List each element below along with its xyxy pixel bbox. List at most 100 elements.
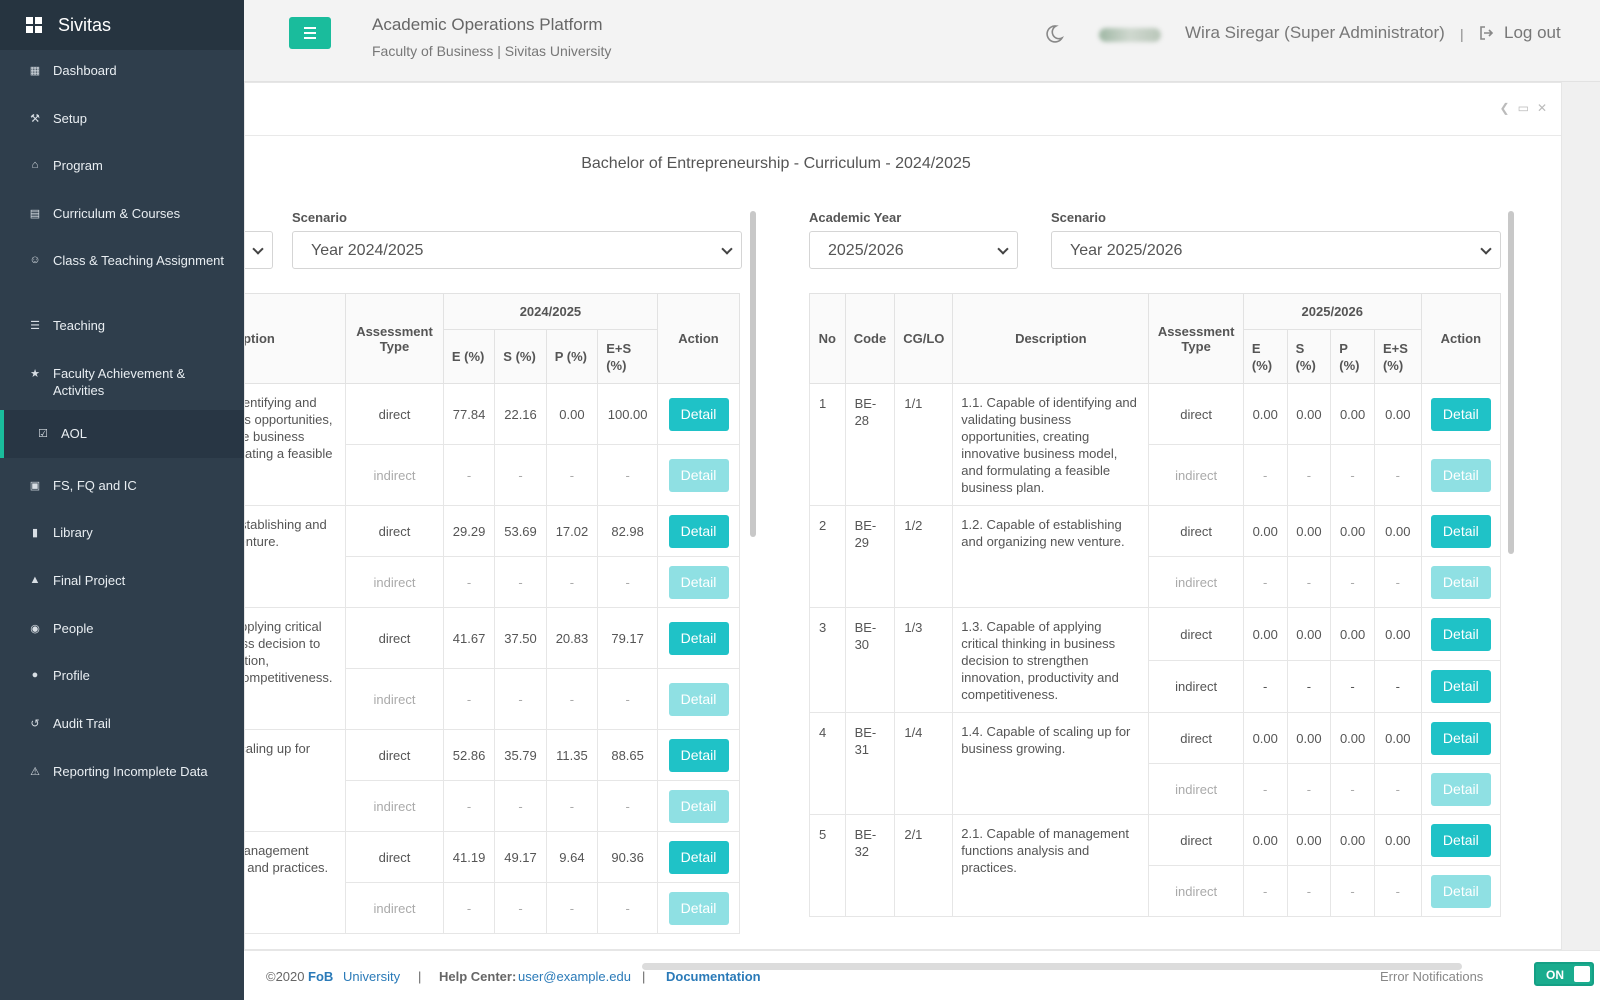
cell-value: 0.00 — [1286, 505, 1332, 557]
cell-code: BE-31 — [844, 712, 896, 815]
logout-link[interactable]: Log out — [1480, 23, 1561, 43]
col-header-e: E (%) — [442, 329, 496, 384]
detail-button[interactable]: Detail — [668, 514, 729, 548]
col-header-year: 2024/2025 — [442, 293, 659, 330]
footer-fob-link[interactable]: FoB — [308, 969, 333, 984]
cell-value: 79.17 — [597, 607, 659, 669]
cell-action: Detail — [657, 383, 740, 445]
sidebar-item-library[interactable]: ▮ Library — [0, 524, 244, 541]
sidebar-item-label: Curriculum & Courses — [53, 206, 181, 221]
left-scrollbar[interactable] — [750, 211, 756, 537]
cell-value: 0.00 — [1373, 814, 1422, 866]
error-notifications-toggle[interactable]: ON — [1534, 962, 1594, 986]
sidebar-item-audit-trail[interactable]: ↺ Audit Trail — [0, 715, 244, 732]
sidebar-item-aol[interactable]: ☑ AOL — [0, 410, 244, 458]
sidebar-item-program[interactable]: ⌂ Program — [0, 157, 244, 174]
cell-value: 77.84 — [442, 383, 496, 445]
cell-assessment-type: indirect — [345, 780, 444, 832]
cell-value: - — [597, 780, 659, 832]
cell-value: 0.00 — [1286, 607, 1332, 661]
detail-button[interactable]: Detail — [668, 397, 729, 431]
brand-name: Sivitas — [58, 14, 112, 35]
sidebar-item-curriculum-courses[interactable]: ▤ Curriculum & Courses — [0, 205, 244, 222]
detail-button[interactable]: Detail — [1430, 772, 1491, 806]
detail-button[interactable]: Detail — [1430, 617, 1491, 651]
footer-scroll-track[interactable] — [642, 963, 1462, 970]
cell-value: 49.17 — [494, 831, 547, 883]
cell-description: 2.1. Capable of management functions ana… — [245, 831, 347, 934]
col-header-no: No — [809, 293, 846, 384]
right-scenario-select[interactable]: Year 2025/2026 — [1051, 231, 1501, 269]
cell-assessment-type: indirect — [345, 882, 444, 934]
detail-button[interactable]: Detail — [1430, 565, 1491, 599]
col-header-es: E+S (%) — [1373, 329, 1422, 384]
right-scrollbar[interactable] — [1508, 211, 1514, 554]
brand[interactable]: Sivitas — [0, 0, 244, 50]
menu-toggle-button[interactable] — [289, 17, 331, 49]
sidebar-item-dashboard[interactable]: ▦ Dashboard — [0, 62, 244, 79]
cell-cglo: 2/1 — [894, 814, 954, 917]
close-icon[interactable]: ✕ — [1537, 101, 1547, 115]
detail-button[interactable]: Detail — [668, 891, 729, 925]
detail-button[interactable]: Detail — [1430, 670, 1491, 703]
left-scenario-label: Scenario — [292, 210, 347, 225]
col-header-es: E+S (%) — [597, 329, 659, 384]
left-year-select[interactable] — [245, 231, 273, 269]
detail-button[interactable]: Detail — [668, 621, 729, 655]
detail-button[interactable]: Detail — [668, 565, 729, 599]
sidebar-item-reporting-incomplete-data[interactable]: ⚠ Reporting Incomplete Data — [0, 763, 244, 780]
left-scenario-select[interactable]: Year 2024/2025 — [292, 231, 742, 269]
detail-button[interactable]: Detail — [1430, 397, 1491, 431]
col-header-p: P (%) — [1330, 329, 1375, 384]
sidebar-item-class-teaching-assignment[interactable]: ☺ Class & Teaching Assignment — [0, 252, 244, 269]
cell-value: - — [494, 882, 547, 934]
sidebar-item-final-project[interactable]: ▲ Final Project — [0, 572, 244, 589]
footer-university-link[interactable]: University — [343, 969, 400, 984]
cell-description: 1.2. Capable of establishing and organiz… — [245, 505, 347, 608]
detail-button[interactable]: Detail — [668, 682, 729, 716]
cell-assessment-type: direct — [345, 505, 444, 557]
moon-icon[interactable] — [1044, 24, 1064, 44]
sidebar-item-label: Profile — [53, 668, 90, 683]
sidebar-item-faculty-achievement-activities[interactable]: ★ Faculty Achievement & Activities — [0, 365, 244, 399]
cell-assessment-type: indirect — [1148, 763, 1244, 815]
col-header-p: P (%) — [545, 329, 599, 384]
avatar[interactable] — [1099, 28, 1161, 42]
detail-button[interactable]: Detail — [668, 789, 729, 823]
documentation-link[interactable]: Documentation — [666, 969, 761, 984]
sidebar-item-setup[interactable]: ⚒ Setup — [0, 110, 244, 127]
maximize-icon[interactable]: ▭ — [1518, 101, 1529, 115]
collapse-icon[interactable]: ❮ — [1500, 101, 1510, 115]
cell-assessment-type: direct — [1148, 712, 1244, 764]
cell-value: 17.02 — [545, 505, 599, 557]
detail-button[interactable]: Detail — [1430, 721, 1491, 755]
col-header-assessment-type: Assessment Type — [1148, 293, 1244, 384]
detail-button[interactable]: Detail — [1430, 514, 1491, 548]
detail-button[interactable]: Detail — [668, 738, 729, 772]
help-email-link[interactable]: user@example.edu — [518, 969, 631, 984]
sidebar-item-profile[interactable]: ● Profile — [0, 667, 244, 684]
detail-button[interactable]: Detail — [1430, 823, 1491, 857]
detail-button[interactable]: Detail — [668, 458, 729, 492]
cell-value: - — [597, 556, 659, 608]
cell-action: Detail — [1420, 505, 1501, 557]
logout-label: Log out — [1504, 23, 1561, 42]
detail-button[interactable]: Detail — [1430, 874, 1491, 908]
cell-value: 52.86 — [442, 729, 496, 781]
sidebar-item-people[interactable]: ◉ People — [0, 620, 244, 637]
table-row: 2.1. Capable of management functions ana… — [245, 831, 740, 934]
cell-value: - — [1330, 763, 1375, 815]
detail-button[interactable]: Detail — [668, 840, 729, 874]
user-name[interactable]: Wira Siregar (Super Administrator) — [1185, 23, 1445, 43]
cell-assessment-type: direct — [1148, 505, 1244, 557]
sidebar-item-fs-fq-and-ic[interactable]: ▣ FS, FQ and IC — [0, 477, 244, 494]
cell-value: - — [1286, 763, 1332, 815]
detail-button[interactable]: Detail — [1430, 458, 1491, 492]
right-table-wrap: No Code CG/LO Description Assessment Type 202… — [809, 293, 1501, 949]
sidebar-item-teaching[interactable]: ☰ Teaching — [0, 317, 244, 334]
cell-action: Detail — [657, 831, 740, 883]
cell-value: - — [545, 556, 599, 608]
table-row: 1.1. Capable of identifying and validati… — [245, 383, 740, 506]
cell-value: - — [1286, 865, 1332, 917]
right-year-select[interactable]: 2025/2026 — [809, 231, 1018, 269]
